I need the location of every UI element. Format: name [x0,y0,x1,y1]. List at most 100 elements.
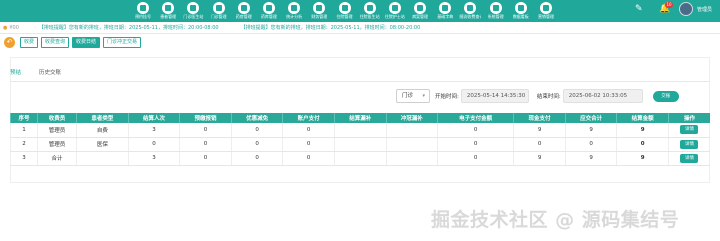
table-cell: 1 [10,123,38,138]
column-header: 电子支付金额 [437,113,514,123]
coin-icon: ● [3,24,8,31]
doctor-icon [187,2,200,14]
nav-item[interactable]: 住院护士站 [384,1,406,21]
tab-charge[interactable]: 收费 [20,37,39,48]
table-cell: 管理员 [36,123,77,138]
nav-item[interactable]: 预约挂号 [132,1,154,21]
end-time-input[interactable]: 2025-06-02 10:33:05 [562,89,643,103]
end-time-label: 结束时间: [536,94,561,100]
record-icon [414,2,427,14]
tab-charge-query[interactable]: 收费查询 [41,37,70,48]
nav-item-label: 财务管理 [311,14,328,19]
table-cell: 0 [179,151,232,166]
nav-item[interactable]: 营销管理 [535,1,557,21]
coin-label: ¥00 [9,24,19,31]
nav-item[interactable]: 财务管理 [308,1,330,21]
nav-item[interactable]: 病案管理 [409,1,431,21]
calendar-icon [137,2,149,14]
nav-item-label: 预约挂号 [135,14,151,19]
table-cell: 3 [10,151,38,166]
chart-icon [288,2,301,14]
column-header: 操作 [667,113,710,123]
column-header: 现金支付 [513,113,566,123]
subtabs: 预结 历史交账 [10,68,79,82]
table-cell: 0 [127,137,180,152]
nav-item[interactable]: 数据看板 [510,1,532,21]
table-cell: 医保 [76,137,129,152]
filter-bar: 门诊 ▾ 开始时间: 2025-05-14 14:35:30 结束时间: 202… [396,89,679,103]
notification-badge: 10 [664,2,674,8]
column-header: 优惠减免 [230,113,283,123]
ward-doctor-icon [363,2,376,14]
nav-item[interactable]: 药库管理 [258,1,280,21]
back-icon[interactable]: ↶ [4,37,15,48]
nav-item[interactable]: 统计分析 [283,1,305,21]
table-header: 序号 收费员 患者类型 结算人次 预缴报销 优惠减免 账户支付 结算漏补 冲冠漏补 电子支付金额现… [10,113,710,123]
table-row: 3 合计 3 0 0 0 0 9 9 9 详情 [10,151,710,166]
table-cell: 0 [437,123,514,138]
notice-message-2[interactable]: 【排班提醒】您有新的排班，排班日期：2025-05-11，排班时间：08:00-… [241,24,421,31]
nav-item-label: 患者管理 [160,14,177,19]
subtab-pre-settlement[interactable]: 预结 [10,68,22,82]
nav-item-label: 门诊医生站 [183,14,204,19]
nav-item[interactable]: 基础字典 [434,1,456,21]
notice-bar: ● ¥00 【排班提醒】您有新的排班，排班日期：2025-05-11，排班时间：… [0,22,720,34]
start-time-input[interactable]: 2025-05-14 14:35:30 [460,89,529,103]
table-cell: 管理员 [36,137,77,152]
table-cell [385,137,438,152]
nav-item-label: 基础字典 [437,14,454,19]
type-select-value: 门诊 [402,93,414,99]
column-header: 应交合计 [564,113,617,123]
detail-button[interactable]: 详情 [680,153,699,163]
nav-item[interactable]: 药房管理 [233,1,255,21]
column-header: 预缴报销 [179,113,232,123]
tab-reversal[interactable]: 门诊冲正交易 [103,37,142,48]
nav-item[interactable]: 随访收费查询 [459,1,481,21]
nav-item-label: 数据看板 [512,14,529,19]
tab-daily-settlement[interactable]: 收费日结 [72,37,101,48]
detail-button[interactable]: 详情 [680,139,699,149]
nav-item-label: 营销管理 [538,14,554,19]
avatar[interactable] [678,2,693,16]
nav-item-label: 住院医生站 [359,14,380,19]
column-header: 冲冠漏补 [385,113,438,123]
table-row: 2 管理员 医保 0 0 0 0 0 0 0 0 详情 [10,137,710,152]
bell-icon[interactable]: 🔔 10 [659,2,674,14]
column-header: 序号 [10,113,38,123]
nav-item-label: 统计分析 [286,14,303,19]
finance-icon [313,2,326,14]
nav-item[interactable]: 患者管理 [157,1,179,21]
notice-message-1[interactable]: 【排班提醒】您有新的排班，排班日期：2025-05-11，排班时间：20:00-… [39,24,219,31]
table-cell: 9 [513,151,566,166]
column-header: 账户支付 [282,113,335,123]
clinic-icon [212,2,225,14]
table-cell [333,137,387,152]
edit-pen-icon[interactable]: ✎ [635,4,645,14]
table-cell: 0 [230,137,283,152]
nav-item[interactable]: 门诊医生站 [182,1,204,21]
nav-item-label: 门诊管理 [210,14,227,19]
table-cell: 0 [513,137,566,152]
table-cell [333,151,387,166]
nav-item[interactable]: 门诊管理 [208,1,230,21]
nav-item-label: 系统管理 [487,14,504,19]
nav-item[interactable]: 系统管理 [485,1,507,21]
type-select[interactable]: 门诊 ▾ [396,89,430,103]
action-cell: 详情 [667,151,710,166]
table-cell [333,123,387,138]
table-cell: 自费 [76,123,129,138]
user-name[interactable]: 管理员 [697,6,712,13]
nav-item[interactable]: 住院管理 [334,1,356,21]
main-nav: 预约挂号 患者管理 门诊医生站 门诊管理 药房管理 药库管理 统计分析 财务管理 住院管理 住院医… [132,1,560,21]
submit-settlement-button[interactable]: 交账 [652,90,679,102]
table-cell: 0 [437,151,514,166]
table-cell: 0 [282,123,335,138]
detail-button[interactable]: 详情 [680,125,699,135]
table-cell: 9 [616,151,669,166]
table-cell: 合计 [36,151,77,166]
subtab-history[interactable]: 历史交账 [39,68,61,82]
nav-item[interactable]: 住院医生站 [359,1,381,21]
hospital-icon [338,2,351,14]
table-cell: 0 [282,151,335,166]
column-header: 结算漏补 [333,113,387,123]
